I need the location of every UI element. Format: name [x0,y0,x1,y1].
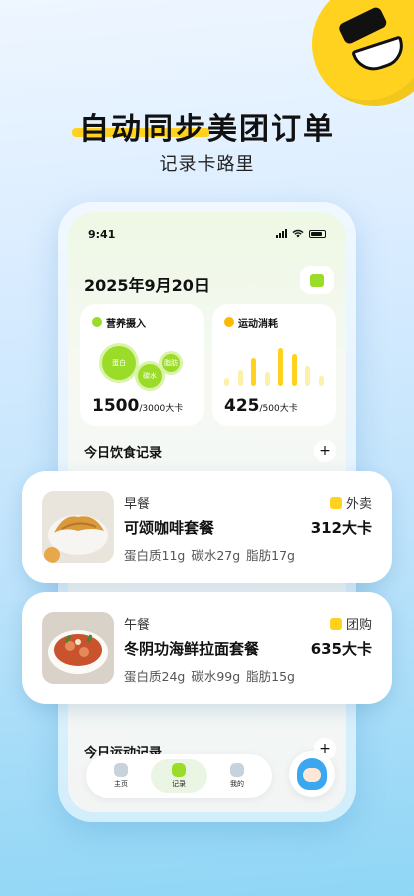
meal-name: 冬阴功海鲜拉面套餐 [124,640,260,658]
battery-icon [309,229,326,238]
add-food-button[interactable]: + [314,440,336,462]
home-icon [114,763,128,777]
signal-icon [276,229,287,238]
nutrition-title: 营养摄入 [106,319,146,330]
meal-calories: 635大卡 [310,640,372,658]
profile-icon [230,763,244,777]
meal-type: 午餐 [124,618,151,633]
tab-profile[interactable]: 我的 [209,759,265,793]
current-date: 2025年9月20日 [84,276,210,295]
meal-calories: 312大卡 [310,519,372,537]
carbs-bubble: 碳水 [138,364,162,388]
fat-bubble: 脂肪 [162,354,180,372]
flame-icon [224,317,234,327]
assistant-avatar-icon [297,758,327,790]
meal-nutrition: 蛋白质24g 碳水99g 脂肪15g [124,669,295,684]
calendar-icon [310,273,324,287]
apple-icon [92,317,102,327]
noodle-image [42,612,114,684]
delivery-icon [329,496,342,509]
assistant-avatar-button[interactable] [289,751,335,797]
status-bar: 9:41 [68,212,346,254]
nutrition-card[interactable]: 营养摄入 蛋白 碳水 脂肪 1500/3000大卡 [80,304,204,426]
meal-type: 早餐 [124,497,151,512]
subheadline: 记录卡路里 [159,154,255,175]
chart-icon [172,763,186,777]
tab-records[interactable]: 记录 [151,759,207,793]
tab-bar: 主页 记录 我的 [86,754,272,798]
exercise-value: 425/500大卡 [224,396,298,416]
food-section-title: 今日饮食记录 [84,446,163,461]
meal-source: 外卖 [329,493,372,512]
meal-nutrition: 蛋白质11g 碳水27g 脂肪17g [124,548,295,563]
exercise-card[interactable]: 运动消耗 425/500大卡 [212,304,336,426]
exercise-bars [224,342,324,386]
exercise-title: 运动消耗 [238,319,278,330]
meal-source: 团购 [329,614,372,633]
meal-card-breakfast[interactable]: 早餐 可颂咖啡套餐 蛋白质11g 碳水27g 脂肪17g 外卖 312大卡 [22,471,392,583]
status-time: 9:41 [88,228,116,241]
headline: 自动同步美团订单 [0,104,414,148]
nutrition-value: 1500/3000大卡 [92,396,184,416]
meal-card-lunch[interactable]: 午餐 冬阴功海鲜拉面套餐 蛋白质24g 碳水99g 脂肪15g 团购 635大卡 [22,592,392,704]
calendar-button[interactable] [300,266,334,294]
wifi-icon [292,229,304,238]
meal-name: 可颂咖啡套餐 [124,519,215,537]
protein-bubble: 蛋白 [102,346,136,380]
croissant-image [42,491,114,563]
tab-home[interactable]: 主页 [93,759,149,793]
groupbuy-icon [329,617,342,630]
